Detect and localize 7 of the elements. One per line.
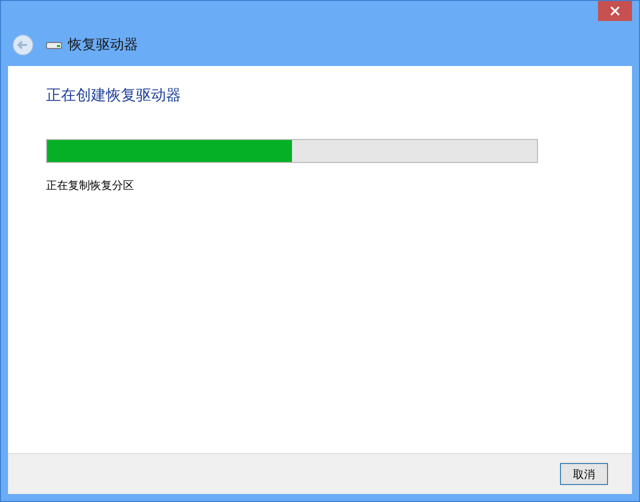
- page-heading: 正在创建恢复驱动器: [46, 86, 182, 105]
- window-title: 恢复驱动器: [68, 36, 138, 54]
- status-text: 正在复制恢复分区: [46, 178, 135, 193]
- close-icon: [610, 6, 620, 16]
- close-button[interactable]: [598, 1, 632, 21]
- cancel-button[interactable]: 取消: [560, 463, 608, 485]
- drive-icon: [46, 40, 62, 50]
